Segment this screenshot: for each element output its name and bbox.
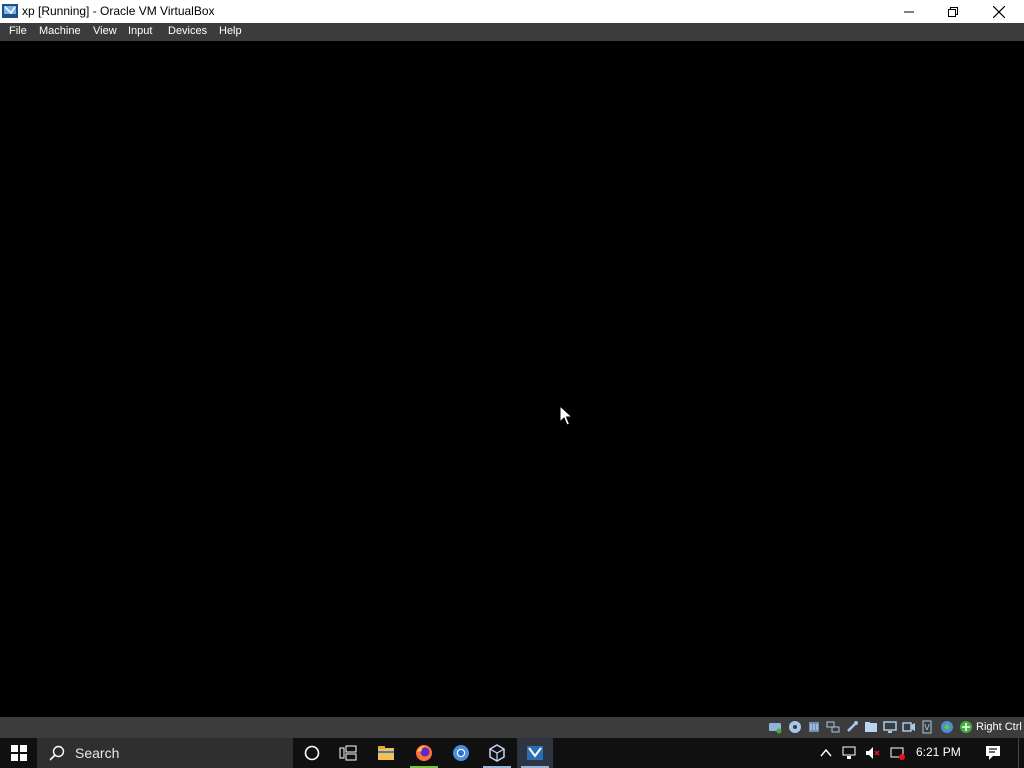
title-bar[interactable]: xp [Running] - Oracle VM VirtualBox	[0, 0, 1024, 23]
menu-bar: File Machine View Input Devices Help	[0, 23, 1024, 41]
firefox-button[interactable]	[406, 738, 442, 768]
menu-input[interactable]: Input	[128, 25, 152, 37]
taskbar: Search 6:21 PM	[0, 738, 1024, 768]
chrome-icon	[453, 745, 469, 761]
optical-drive-icon[interactable]	[788, 720, 802, 734]
power-icon[interactable]	[890, 745, 906, 761]
menu-file[interactable]: File	[9, 25, 27, 37]
svg-text:V: V	[924, 723, 930, 732]
close-icon	[993, 5, 1005, 18]
task-view-icon	[339, 745, 357, 761]
file-explorer-button[interactable]	[368, 738, 404, 768]
virtualization-icon[interactable]: V	[920, 720, 934, 734]
notification-icon	[986, 746, 1000, 760]
menu-machine[interactable]: Machine	[39, 25, 81, 37]
cpu-icon[interactable]	[940, 720, 954, 734]
volume-muted-icon[interactable]	[865, 745, 881, 761]
mouse-integration-icon[interactable]	[959, 720, 973, 734]
virtualbox-manager-icon	[489, 744, 505, 762]
usb-icon[interactable]	[845, 720, 859, 734]
minimize-button[interactable]	[886, 0, 932, 23]
minimize-icon	[904, 11, 914, 12]
clock[interactable]: 6:21 PM	[916, 745, 961, 759]
search-box[interactable]: Search	[37, 738, 293, 768]
restore-icon	[948, 6, 958, 17]
display-icon[interactable]	[883, 720, 897, 734]
virtualbox-manager-button[interactable]	[479, 738, 515, 768]
windows-logo-icon	[10, 745, 27, 761]
menu-help[interactable]: Help	[219, 25, 242, 37]
task-view-button[interactable]	[330, 738, 366, 768]
restore-button[interactable]	[930, 0, 976, 23]
shared-folders-icon[interactable]	[864, 720, 878, 734]
virtualbox-vm-button[interactable]	[517, 738, 553, 768]
virtualbox-vm-icon	[527, 746, 543, 760]
show-hidden-icons-icon[interactable]	[818, 745, 834, 761]
window-title: xp [Running] - Oracle VM VirtualBox	[22, 4, 215, 18]
menu-view[interactable]: View	[93, 25, 117, 37]
network-icon[interactable]	[842, 745, 858, 761]
close-button[interactable]	[976, 0, 1022, 23]
host-key-label[interactable]: Right Ctrl	[976, 721, 1022, 733]
file-explorer-icon	[378, 746, 394, 760]
video-capture-icon[interactable]	[902, 720, 916, 734]
mouse-cursor-icon	[559, 405, 573, 426]
show-desktop-button[interactable]	[1018, 738, 1024, 768]
firefox-icon	[416, 745, 432, 761]
cortana-icon	[304, 745, 320, 761]
cortana-button[interactable]	[294, 738, 330, 768]
start-button[interactable]	[0, 738, 37, 768]
vm-status-bar: V Right Ctrl	[0, 717, 1024, 738]
virtualbox-vm-icon	[2, 4, 18, 18]
chrome-button[interactable]	[443, 738, 479, 768]
search-placeholder: Search	[75, 745, 120, 761]
network-icon[interactable]	[826, 720, 840, 734]
action-center-button[interactable]	[978, 738, 1008, 768]
menu-devices[interactable]: Devices	[168, 25, 207, 37]
search-icon	[49, 745, 65, 761]
audio-icon[interactable]	[807, 720, 821, 734]
vm-screen[interactable]	[0, 41, 1024, 717]
hard-disk-icon[interactable]	[768, 720, 782, 734]
